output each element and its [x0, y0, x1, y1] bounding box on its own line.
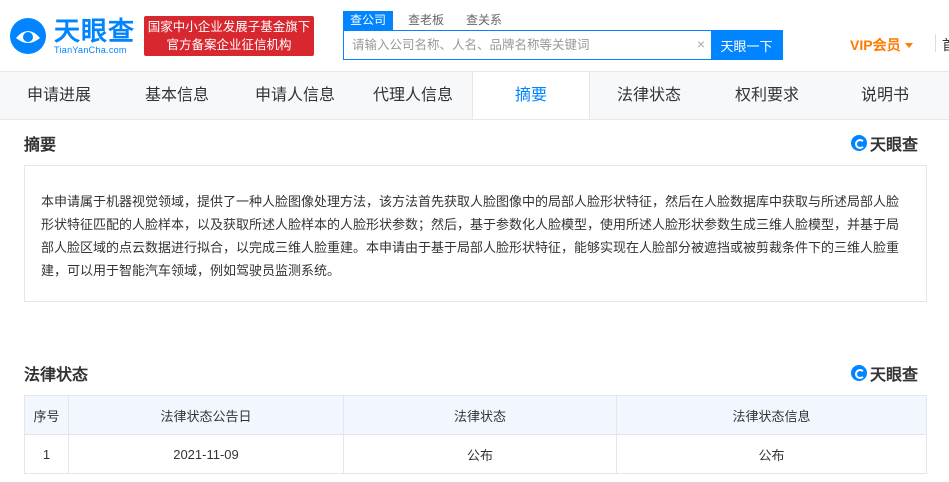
- cell-status-info: 公布: [616, 434, 927, 474]
- search-button[interactable]: 天眼一下: [711, 31, 782, 59]
- tianyancha-logo[interactable]: 天眼查 TianYanCha.com: [8, 14, 135, 58]
- logo-domain: TianYanCha.com: [54, 45, 127, 55]
- search-input[interactable]: [344, 31, 691, 59]
- column-header-index: 序号: [24, 395, 69, 435]
- tab-agent-info[interactable]: 代理人信息: [354, 72, 472, 119]
- gov-badge-line1: 国家中小企业发展子基金旗下: [147, 20, 311, 34]
- column-header-status-info: 法律状态信息: [616, 395, 927, 435]
- watermark-text: 天眼查: [870, 137, 919, 154]
- tab-application-progress[interactable]: 申请进展: [0, 72, 118, 119]
- tianyancha-watermark: 天眼查: [851, 361, 918, 385]
- legal-status-table: 序号 法律状态公告日 法律状态 法律状态信息 1 2021-11-09 公布 公…: [24, 395, 927, 474]
- gov-badge-line2: 官方备案企业征信机构: [166, 38, 292, 52]
- column-header-announce-date: 法律状态公告日: [68, 395, 344, 435]
- abstract-content-box: 本申请属于机器视觉领域，提供了一种人脸图像处理方法，该方法首先获取人脸图像中的局…: [24, 165, 927, 302]
- logo-eye-icon: [8, 16, 48, 56]
- vip-member-menu[interactable]: VIP会员: [850, 35, 913, 55]
- header-nav-home[interactable]: 首: [942, 35, 949, 55]
- logo-eye-icon: [851, 365, 867, 381]
- logo-name: 天眼查: [54, 16, 136, 46]
- tab-abstract[interactable]: 摘要: [472, 72, 590, 119]
- column-header-status: 法律状态: [343, 395, 617, 435]
- table-row: 1 2021-11-09 公布 公布: [24, 434, 927, 474]
- top-header: 天眼查 TianYanCha.com 国家中小企业发展子基金旗下 官方备案企业征…: [0, 0, 949, 72]
- tianyancha-watermark: 天眼查: [851, 131, 918, 155]
- cell-announce-date: 2021-11-09: [68, 434, 344, 474]
- chevron-down-icon: [904, 42, 913, 48]
- search-tab-relation[interactable]: 查关系: [459, 11, 509, 30]
- tab-claims[interactable]: 权利要求: [708, 72, 826, 119]
- vip-label: VIP会员: [850, 37, 901, 53]
- tab-description[interactable]: 说明书: [826, 72, 944, 119]
- clear-icon[interactable]: ×: [691, 31, 711, 59]
- legal-status-section-title: 法律状态: [24, 367, 89, 384]
- watermark-text: 天眼查: [870, 367, 919, 384]
- gov-certification-badge: 国家中小企业发展子基金旗下 官方备案企业征信机构: [144, 16, 314, 56]
- patent-detail-tabs: 申请进展 基本信息 申请人信息 代理人信息 摘要 法律状态 权利要求 说明书: [0, 72, 949, 120]
- header-divider: [935, 34, 936, 52]
- tab-legal-status[interactable]: 法律状态: [590, 72, 708, 119]
- table-header-row: 序号 法律状态公告日 法律状态 法律状态信息: [24, 395, 927, 435]
- tab-applicant-info[interactable]: 申请人信息: [236, 72, 354, 119]
- search-tab-boss[interactable]: 查老板: [401, 11, 451, 30]
- logo-eye-icon: [851, 135, 867, 151]
- abstract-text: 本申请属于机器视觉领域，提供了一种人脸图像处理方法，该方法首先获取人脸图像中的局…: [41, 194, 900, 278]
- tab-basic-info[interactable]: 基本信息: [118, 72, 236, 119]
- abstract-section-title: 摘要: [24, 137, 57, 154]
- search-type-tabs: 查公司 查老板 查关系: [343, 11, 517, 30]
- search-bar: × 天眼一下: [343, 30, 783, 60]
- search-tab-company[interactable]: 查公司: [343, 11, 394, 30]
- cell-index: 1: [24, 434, 69, 474]
- cell-status: 公布: [343, 434, 617, 474]
